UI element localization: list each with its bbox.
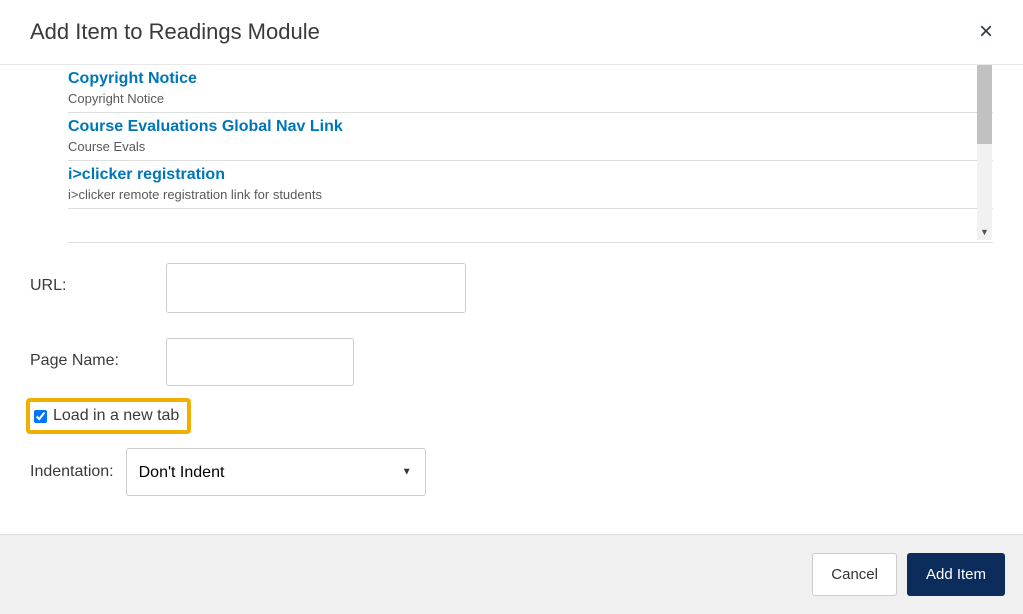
load-new-tab-checkbox[interactable] (34, 410, 47, 423)
item-title-link[interactable]: i>clicker registration (68, 166, 993, 187)
form-area: URL: Page Name: Load in a new tab Indent… (30, 243, 993, 496)
close-icon[interactable]: × (979, 18, 993, 46)
item-subtitle: Course Evals (68, 139, 993, 154)
url-label: URL: (30, 277, 76, 295)
list-item[interactable]: Course Evaluations Global Nav Link Cours… (68, 113, 993, 161)
indentation-row: Indentation: Don't Indent (30, 448, 993, 496)
add-item-button[interactable]: Add Item (907, 553, 1005, 596)
list-item[interactable]: Copyright Notice Copyright Notice (68, 65, 993, 113)
load-new-tab-highlight: Load in a new tab (26, 398, 191, 434)
dialog-footer: Cancel Add Item (0, 534, 1023, 614)
scrollbar-thumb[interactable] (977, 65, 992, 144)
url-row: URL: (30, 263, 993, 313)
url-input[interactable] (166, 263, 466, 313)
dialog-title: Add Item to Readings Module (30, 19, 320, 45)
scrollbar-down-icon[interactable]: ▼ (977, 223, 992, 240)
indentation-select-wrap: Don't Indent (126, 448, 426, 496)
load-new-tab-label: Load in a new tab (53, 407, 179, 425)
page-name-label: Page Name: (30, 352, 129, 370)
item-list[interactable]: Copyright Notice Copyright Notice Course… (68, 65, 993, 243)
item-title-link[interactable]: Copyright Notice (68, 70, 993, 91)
page-name-input[interactable] (166, 338, 354, 386)
page-name-row: Page Name: (30, 338, 993, 386)
dialog-content: Copyright Notice Copyright Notice Course… (0, 65, 1023, 496)
item-title-link[interactable]: Course Evaluations Global Nav Link (68, 118, 993, 139)
item-subtitle: Copyright Notice (68, 91, 993, 106)
indentation-label: Indentation: (30, 463, 114, 481)
dialog-header: Add Item to Readings Module × (0, 0, 1023, 65)
cancel-button[interactable]: Cancel (812, 553, 897, 596)
list-item[interactable]: i>clicker registration i>clicker remote … (68, 161, 993, 209)
item-subtitle: i>clicker remote registration link for s… (68, 187, 993, 202)
indentation-select[interactable]: Don't Indent (126, 448, 426, 496)
